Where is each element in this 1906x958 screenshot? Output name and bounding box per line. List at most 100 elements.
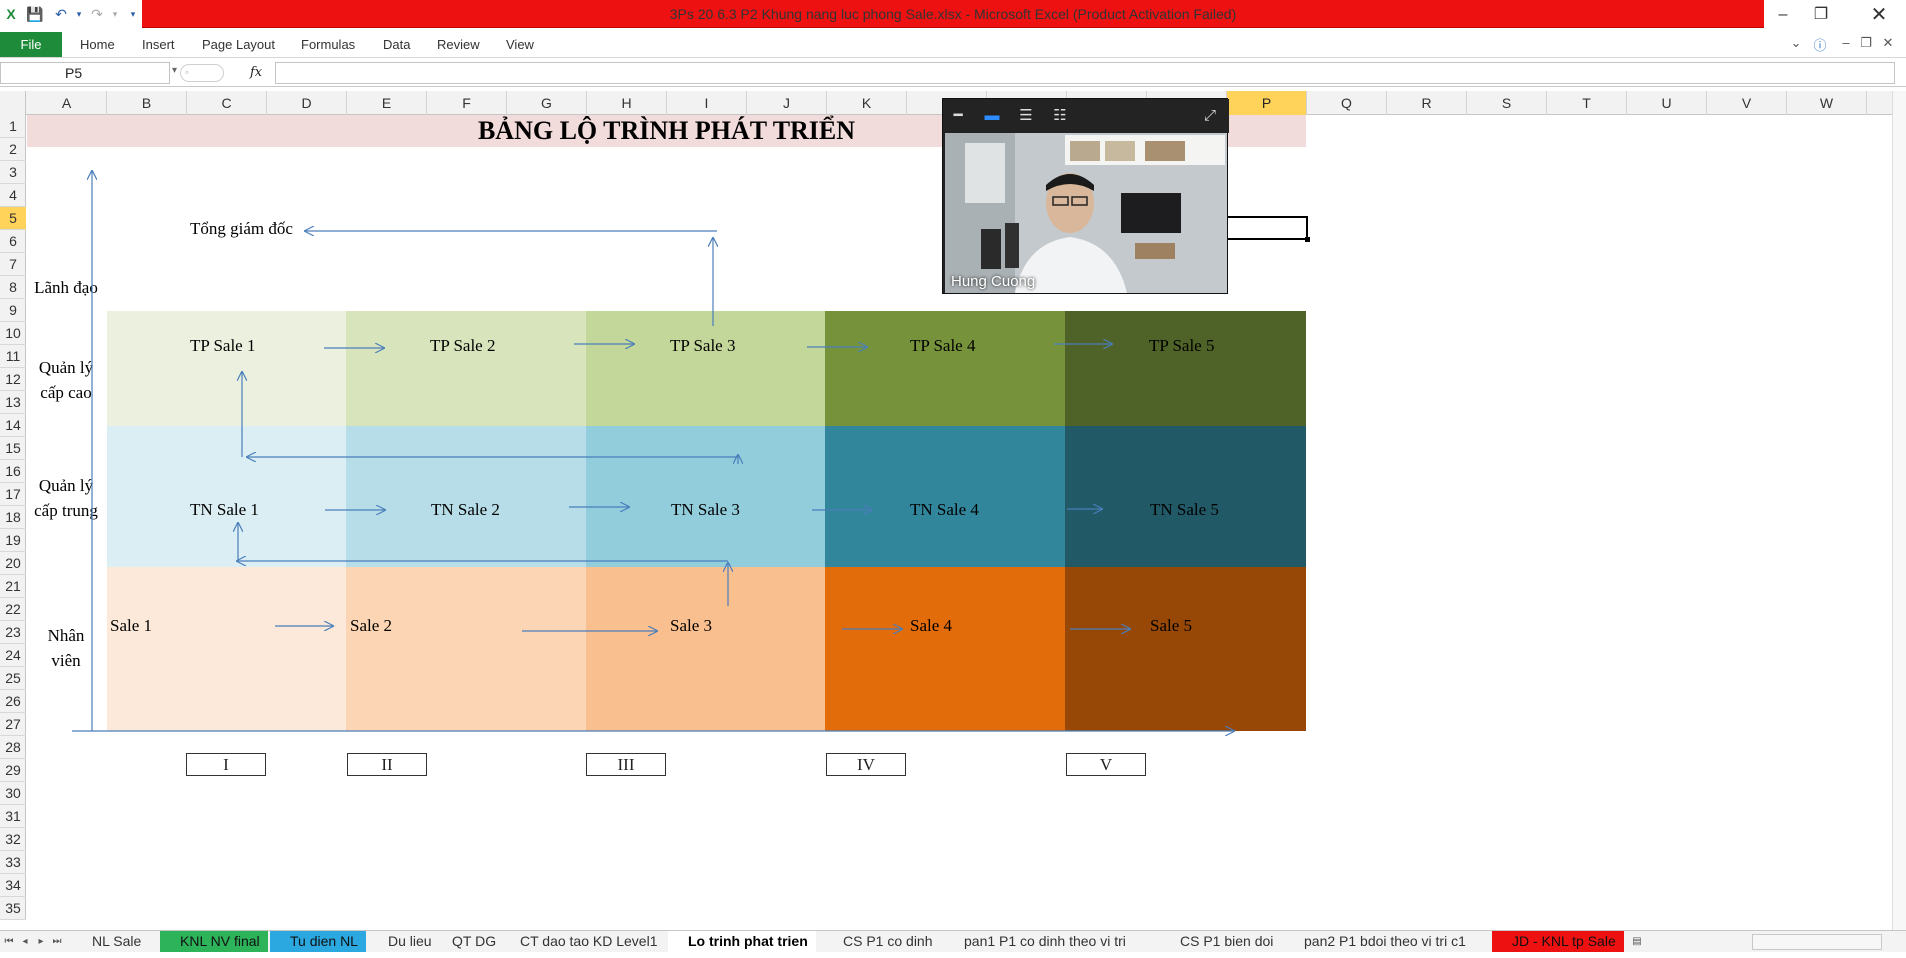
selected-cell[interactable] xyxy=(1226,216,1310,242)
select-all-corner[interactable] xyxy=(0,91,26,115)
row-header-7[interactable]: 7 xyxy=(0,253,26,276)
tab-page-layout[interactable]: Page Layout xyxy=(202,32,275,57)
row-header-32[interactable]: 32 xyxy=(0,828,26,851)
first-sheet-icon[interactable]: ⏮ xyxy=(2,933,16,951)
row-header-29[interactable]: 29 xyxy=(0,759,26,782)
column-header-s[interactable]: S xyxy=(1467,91,1547,115)
undo-dropdown-icon[interactable]: ▾ xyxy=(70,5,88,23)
row-header-21[interactable]: 21 xyxy=(0,575,26,598)
workbook-minimize-icon[interactable]: – xyxy=(1838,35,1854,50)
row-header-14[interactable]: 14 xyxy=(0,414,26,437)
sheet-tab-3[interactable]: Tu dien NL xyxy=(270,931,366,952)
row-header-28[interactable]: 28 xyxy=(0,736,26,759)
row-header-22[interactable]: 22 xyxy=(0,598,26,621)
formula-input[interactable] xyxy=(275,62,1895,84)
sheet-tab-11[interactable]: pan2 P1 bdoi theo vi tri c1 xyxy=(1284,931,1474,952)
row-header-20[interactable]: 20 xyxy=(0,552,26,575)
row-header-27[interactable]: 27 xyxy=(0,713,26,736)
row-header-24[interactable]: 24 xyxy=(0,644,26,667)
row-header-23[interactable]: 23 xyxy=(0,621,26,644)
workbook-close-icon[interactable]: ✕ xyxy=(1880,35,1896,51)
customize-qat-icon[interactable]: ▾ xyxy=(124,5,142,23)
tab-home[interactable]: Home xyxy=(80,32,115,57)
row-header-34[interactable]: 34 xyxy=(0,874,26,897)
name-box[interactable]: P5 xyxy=(0,62,170,84)
column-header-q[interactable]: Q xyxy=(1307,91,1387,115)
workbook-restore-icon[interactable]: ❐ xyxy=(1858,35,1874,51)
sheet-tab-7[interactable]: Lo trinh phat trien xyxy=(668,931,816,952)
close-icon[interactable]: ✕ xyxy=(1866,4,1892,26)
row-header-19[interactable]: 19 xyxy=(0,529,26,552)
row-header-10[interactable]: 10 xyxy=(0,322,26,345)
row-header-11[interactable]: 11 xyxy=(0,345,26,368)
file-tab[interactable]: File xyxy=(0,32,62,57)
row-header-8[interactable]: 8 xyxy=(0,276,26,299)
sheet-tab-10[interactable]: CS P1 bien doi xyxy=(1160,931,1281,952)
minimize-icon[interactable]: – xyxy=(1770,4,1796,26)
sheet-tab-2[interactable]: KNL NV final xyxy=(160,931,268,952)
tab-insert[interactable]: Insert xyxy=(142,32,175,57)
column-header-c[interactable]: C xyxy=(187,91,267,115)
row-header-26[interactable]: 26 xyxy=(0,690,26,713)
row-header-3[interactable]: 3 xyxy=(0,161,26,184)
expand-video-icon[interactable]: ⤢ xyxy=(1201,107,1219,125)
restore-icon[interactable]: ❐ xyxy=(1808,4,1834,26)
column-header-b[interactable]: B xyxy=(107,91,187,115)
stack-view-icon[interactable]: ☰ xyxy=(1017,107,1035,125)
row-header-31[interactable]: 31 xyxy=(0,805,26,828)
prev-sheet-icon[interactable]: ◂ xyxy=(18,933,32,951)
insert-function-button[interactable]: fx xyxy=(250,62,272,84)
column-header-w[interactable]: W xyxy=(1787,91,1867,115)
column-header-e[interactable]: E xyxy=(347,91,427,115)
row-header-4[interactable]: 4 xyxy=(0,184,26,207)
sheet-tab-5[interactable]: QT DG xyxy=(432,931,504,952)
sheet-tab-9[interactable]: pan1 P1 co dinh theo vi tri xyxy=(944,931,1134,952)
column-header-g[interactable]: G xyxy=(507,91,587,115)
video-call-window[interactable]: ━ ▬ ☰ ☷ ⤢ Hung Cuong xyxy=(942,98,1229,294)
help-icon[interactable]: ⓘ xyxy=(1812,35,1828,54)
row-header-16[interactable]: 16 xyxy=(0,460,26,483)
row-header-13[interactable]: 13 xyxy=(0,391,26,414)
row-header-18[interactable]: 18 xyxy=(0,506,26,529)
column-header-f[interactable]: F xyxy=(427,91,507,115)
column-header-a[interactable]: A xyxy=(27,91,107,115)
column-header-v[interactable]: V xyxy=(1707,91,1787,115)
row-header-15[interactable]: 15 xyxy=(0,437,26,460)
row-header-2[interactable]: 2 xyxy=(0,138,26,161)
undo-icon[interactable]: ↶ xyxy=(52,5,70,23)
row-header-12[interactable]: 12 xyxy=(0,368,26,391)
redo-dropdown-icon[interactable]: ▾ xyxy=(106,5,124,23)
tab-view[interactable]: View xyxy=(506,32,534,57)
row-header-6[interactable]: 6 xyxy=(0,230,26,253)
row-header-30[interactable]: 30 xyxy=(0,782,26,805)
tab-data[interactable]: Data xyxy=(383,32,410,57)
column-header-t[interactable]: T xyxy=(1547,91,1627,115)
vertical-scrollbar[interactable] xyxy=(1892,91,1906,930)
column-header-h[interactable]: H xyxy=(587,91,667,115)
row-header-1[interactable]: 1 xyxy=(0,115,26,138)
column-header-p[interactable]: P xyxy=(1227,91,1307,115)
collapse-ribbon-icon[interactable]: ⌄ xyxy=(1788,35,1804,51)
row-header-9[interactable]: 9 xyxy=(0,299,26,322)
gallery-view-icon[interactable]: ☷ xyxy=(1051,107,1069,125)
name-box-dropdown-icon[interactable]: ▾ xyxy=(172,65,177,76)
formula-bar-grip-icon[interactable]: ◦ xyxy=(180,64,224,82)
row-header-25[interactable]: 25 xyxy=(0,667,26,690)
horizontal-scrollbar[interactable] xyxy=(1752,934,1882,950)
row-header-35[interactable]: 35 xyxy=(0,897,26,920)
column-header-k[interactable]: K xyxy=(827,91,907,115)
row-header-33[interactable]: 33 xyxy=(0,851,26,874)
sheet-tab-12[interactable]: JD - KNL tp Sale xyxy=(1492,931,1624,952)
sheet-tab-4[interactable]: Du lieu xyxy=(368,931,440,952)
sheet-tab-6[interactable]: CT dao tao KD Level1 xyxy=(500,931,666,952)
row-header-5[interactable]: 5 xyxy=(0,207,26,230)
insert-sheet-icon[interactable]: ▤ xyxy=(1630,933,1644,951)
row-header-17[interactable]: 17 xyxy=(0,483,26,506)
sheet-tab-1[interactable]: NL Sale xyxy=(72,931,149,952)
column-header-d[interactable]: D xyxy=(267,91,347,115)
next-sheet-icon[interactable]: ▸ xyxy=(34,933,48,951)
column-header-r[interactable]: R xyxy=(1387,91,1467,115)
redo-icon[interactable]: ↷ xyxy=(88,5,106,23)
column-header-i[interactable]: I xyxy=(667,91,747,115)
minimize-video-icon[interactable]: ━ xyxy=(949,107,967,125)
